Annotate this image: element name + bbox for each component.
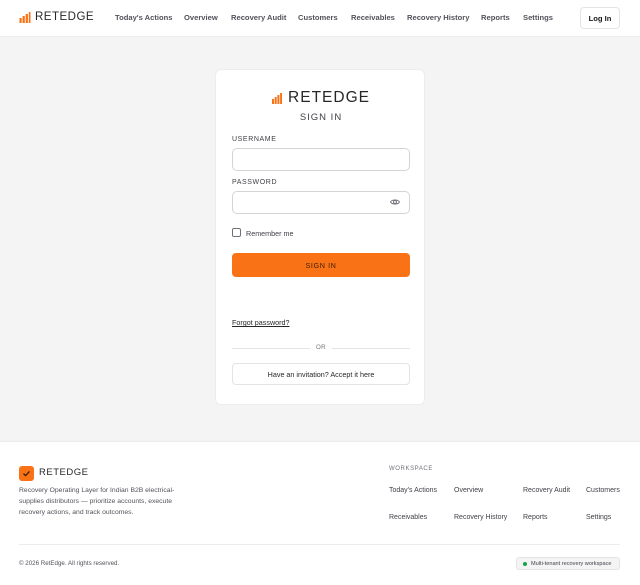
top-nav-bar: RETEDGE Today's Actions Overview Recover… xyxy=(0,0,640,37)
footer-logo xyxy=(19,466,34,481)
footer-brand-name: RETEDGE xyxy=(39,467,89,478)
footer-link-customers[interactable]: Customers xyxy=(586,487,620,494)
copyright-text: © 2026 RetEdge. All rights reserved. xyxy=(19,560,120,567)
nav-receivables[interactable]: Receivables xyxy=(351,13,395,22)
nav-reports[interactable]: Reports xyxy=(481,13,510,22)
page-title: SIGN IN xyxy=(299,112,343,123)
bar-chart-icon xyxy=(272,92,283,104)
login-button[interactable]: Log In xyxy=(580,7,620,29)
sign-in-button[interactable]: SIGN IN xyxy=(232,253,410,277)
username-label: USERNAME xyxy=(232,136,277,143)
workspace-heading: WORKSPACE xyxy=(389,466,433,472)
username-input[interactable] xyxy=(232,148,410,171)
footer: RETEDGE Recovery Operating Layer for Ind… xyxy=(0,441,640,585)
password-input[interactable] xyxy=(232,191,410,214)
nav-settings[interactable]: Settings xyxy=(523,13,553,22)
footer-description: Recovery Operating Layer for Indian B2B … xyxy=(19,487,175,516)
status-badge: Multi-tenant recovery workspace xyxy=(516,557,620,570)
eye-icon[interactable] xyxy=(390,197,400,207)
status-badge-label: Multi-tenant recovery workspace xyxy=(531,560,612,567)
footer-link-recovery-audit[interactable]: Recovery Audit xyxy=(523,487,570,494)
remember-me-checkbox[interactable] xyxy=(232,228,241,237)
brand-logo[interactable]: RETEDGE xyxy=(19,11,94,23)
footer-link-settings[interactable]: Settings xyxy=(586,514,611,521)
nav-todays-actions[interactable]: Today's Actions xyxy=(115,13,173,22)
accept-invitation-button[interactable]: Have an invitation? Accept it here xyxy=(232,363,410,385)
footer-link-reports[interactable]: Reports xyxy=(523,514,548,521)
card-brand: RETEDGE xyxy=(216,89,426,107)
brand-name: RETEDGE xyxy=(35,11,95,23)
remember-me-label[interactable]: Remember me xyxy=(246,229,294,238)
nav-customers[interactable]: Customers xyxy=(298,13,338,22)
check-icon xyxy=(23,470,30,477)
login-card: RETEDGE SIGN IN USERNAME PASSWORD Rememb… xyxy=(215,69,425,405)
forgot-password-link[interactable]: Forgot password? xyxy=(232,318,290,327)
nav-recovery-history[interactable]: Recovery History xyxy=(407,13,469,22)
footer-link-recovery-history[interactable]: Recovery History xyxy=(454,514,507,521)
footer-link-receivables[interactable]: Receivables xyxy=(389,514,427,521)
divider-right xyxy=(332,348,410,349)
footer-divider xyxy=(19,544,620,545)
footer-link-overview[interactable]: Overview xyxy=(454,487,483,494)
nav-overview[interactable]: Overview xyxy=(184,13,218,22)
footer-link-todays-actions[interactable]: Today's Actions xyxy=(389,487,437,494)
bar-chart-icon xyxy=(19,12,31,23)
nav-recovery-audit[interactable]: Recovery Audit xyxy=(231,13,286,22)
status-dot-icon xyxy=(523,561,527,566)
password-label: PASSWORD xyxy=(232,179,278,186)
card-brand-name: RETEDGE xyxy=(288,89,370,106)
